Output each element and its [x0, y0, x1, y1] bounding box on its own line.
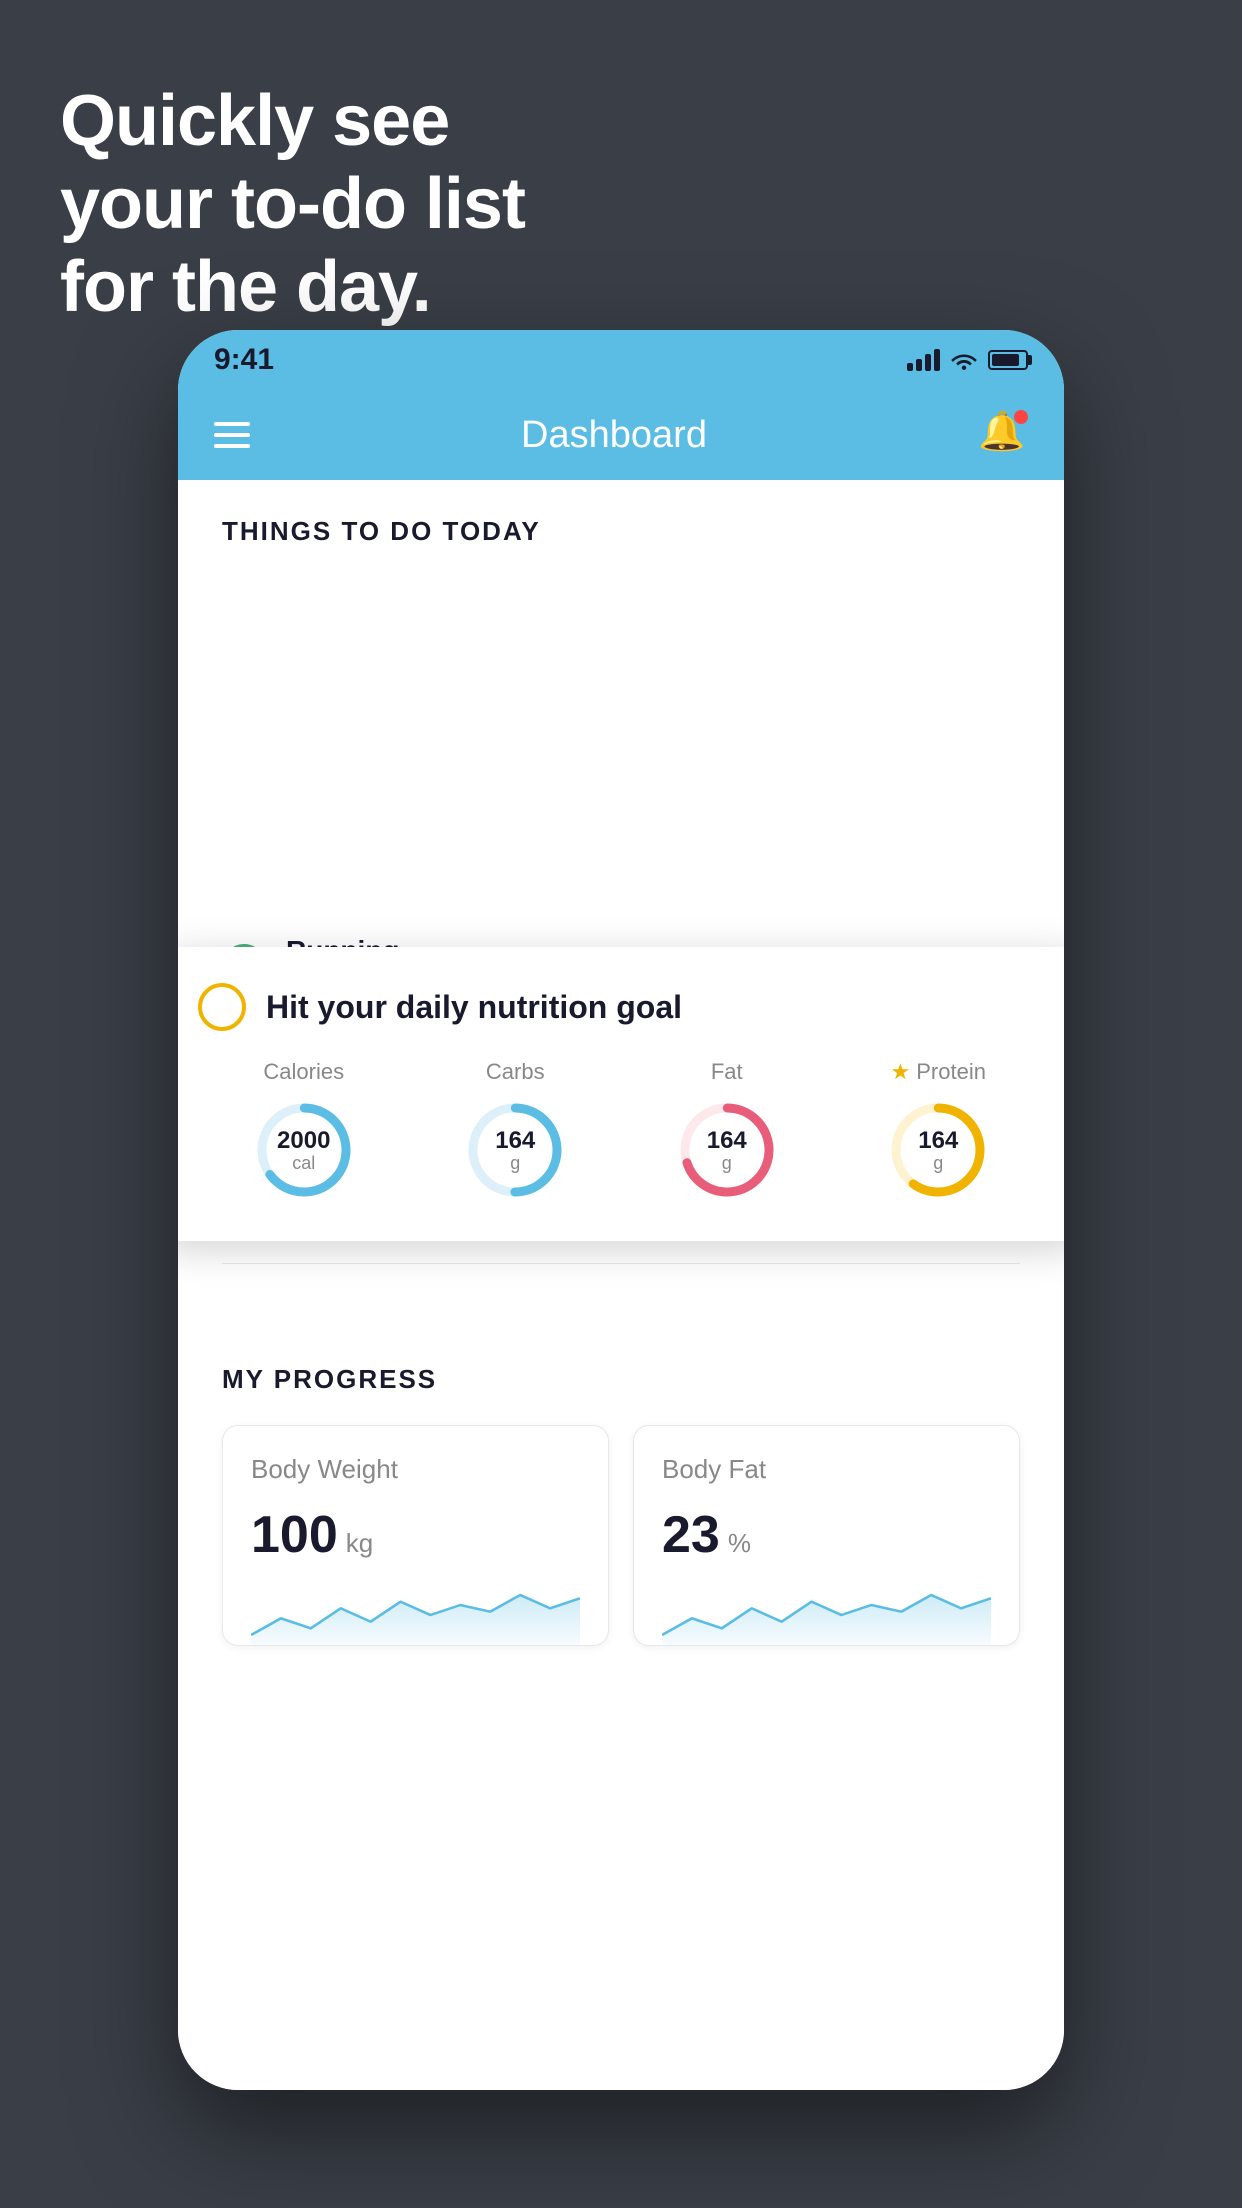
progress-chart [662, 1585, 991, 1645]
phone-mockup: 9:41 Dashboard 🔔 THINGS TO D [178, 330, 1064, 2090]
status-time: 9:41 [214, 343, 274, 377]
progress-value-row: 100 kg [251, 1505, 580, 1565]
status-bar: 9:41 [178, 330, 1064, 390]
donut-value: 164 [495, 1128, 535, 1154]
progress-card-body-weight[interactable]: Body Weight 100 kg [222, 1425, 609, 1646]
nav-title: Dashboard [521, 414, 707, 457]
nutrition-item-fat: Fat 164 g [672, 1059, 782, 1205]
donut-unit: g [707, 1154, 747, 1172]
notification-button[interactable]: 🔔 [978, 410, 1028, 460]
sparkline-svg [662, 1585, 991, 1645]
hero-line3: for the day. [60, 246, 525, 329]
sparkline-svg [251, 1585, 580, 1645]
progress-chart [251, 1585, 580, 1645]
nutrition-label: Calories [263, 1059, 344, 1085]
donut-container: 164 g [883, 1095, 993, 1205]
donut-value: 164 [707, 1128, 747, 1154]
nutrition-card: Hit your daily nutrition goal Calories 2… [178, 947, 1064, 1241]
hero-text: Quickly see your to-do list for the day. [60, 80, 525, 328]
nutrition-label: ★ Protein [891, 1059, 986, 1085]
progress-cards: Body Weight 100 kg Body Fat 23 % [222, 1425, 1020, 1646]
things-to-do-header: THINGS TO DO TODAY [178, 480, 1064, 567]
nutrition-label: Fat [711, 1059, 743, 1085]
notification-dot [1014, 410, 1028, 424]
status-icons [907, 349, 1028, 371]
nutrition-item-protein: ★ Protein 164 g [883, 1059, 993, 1205]
donut-container: 2000 cal [249, 1095, 359, 1205]
todo-list-wrapper: Hit your daily nutrition goal Calories 2… [178, 907, 1064, 1264]
main-content: THINGS TO DO TODAY Hit your daily nutrit… [178, 480, 1064, 2090]
progress-unit: kg [346, 1528, 373, 1559]
progress-section: MY PROGRESS Body Weight 100 kg Body Fat … [178, 1304, 1064, 1686]
donut-value: 2000 [277, 1128, 330, 1154]
progress-card-title: Body Weight [251, 1454, 580, 1485]
hero-line1: Quickly see [60, 80, 525, 163]
donut-unit: g [918, 1154, 958, 1172]
progress-value: 100 [251, 1505, 338, 1565]
progress-unit: % [728, 1528, 751, 1559]
signal-icon [907, 349, 940, 371]
hamburger-menu[interactable] [214, 422, 250, 448]
nutrition-check-circle[interactable] [198, 983, 246, 1031]
nutrition-card-header: Hit your daily nutrition goal [198, 983, 1044, 1031]
donut-value: 164 [918, 1128, 958, 1154]
donut-container: 164 g [672, 1095, 782, 1205]
progress-value-row: 23 % [662, 1505, 991, 1565]
nutrition-item-calories: Calories 2000 cal [249, 1059, 359, 1205]
nutrition-card-title: Hit your daily nutrition goal [266, 989, 682, 1026]
donut-container: 164 g [460, 1095, 570, 1205]
battery-icon [988, 350, 1028, 370]
donut-unit: g [495, 1154, 535, 1172]
wifi-icon [950, 350, 978, 370]
nutrition-item-carbs: Carbs 164 g [460, 1059, 570, 1205]
hero-line2: your to-do list [60, 163, 525, 246]
donut-unit: cal [277, 1154, 330, 1172]
nav-bar: Dashboard 🔔 [178, 390, 1064, 480]
nutrition-row: Calories 2000 cal Carbs [198, 1059, 1044, 1205]
progress-value: 23 [662, 1505, 720, 1565]
progress-card-body-fat[interactable]: Body Fat 23 % [633, 1425, 1020, 1646]
nutrition-label: Carbs [486, 1059, 545, 1085]
progress-header: MY PROGRESS [222, 1364, 1020, 1395]
progress-card-title: Body Fat [662, 1454, 991, 1485]
star-icon: ★ [891, 1059, 911, 1085]
